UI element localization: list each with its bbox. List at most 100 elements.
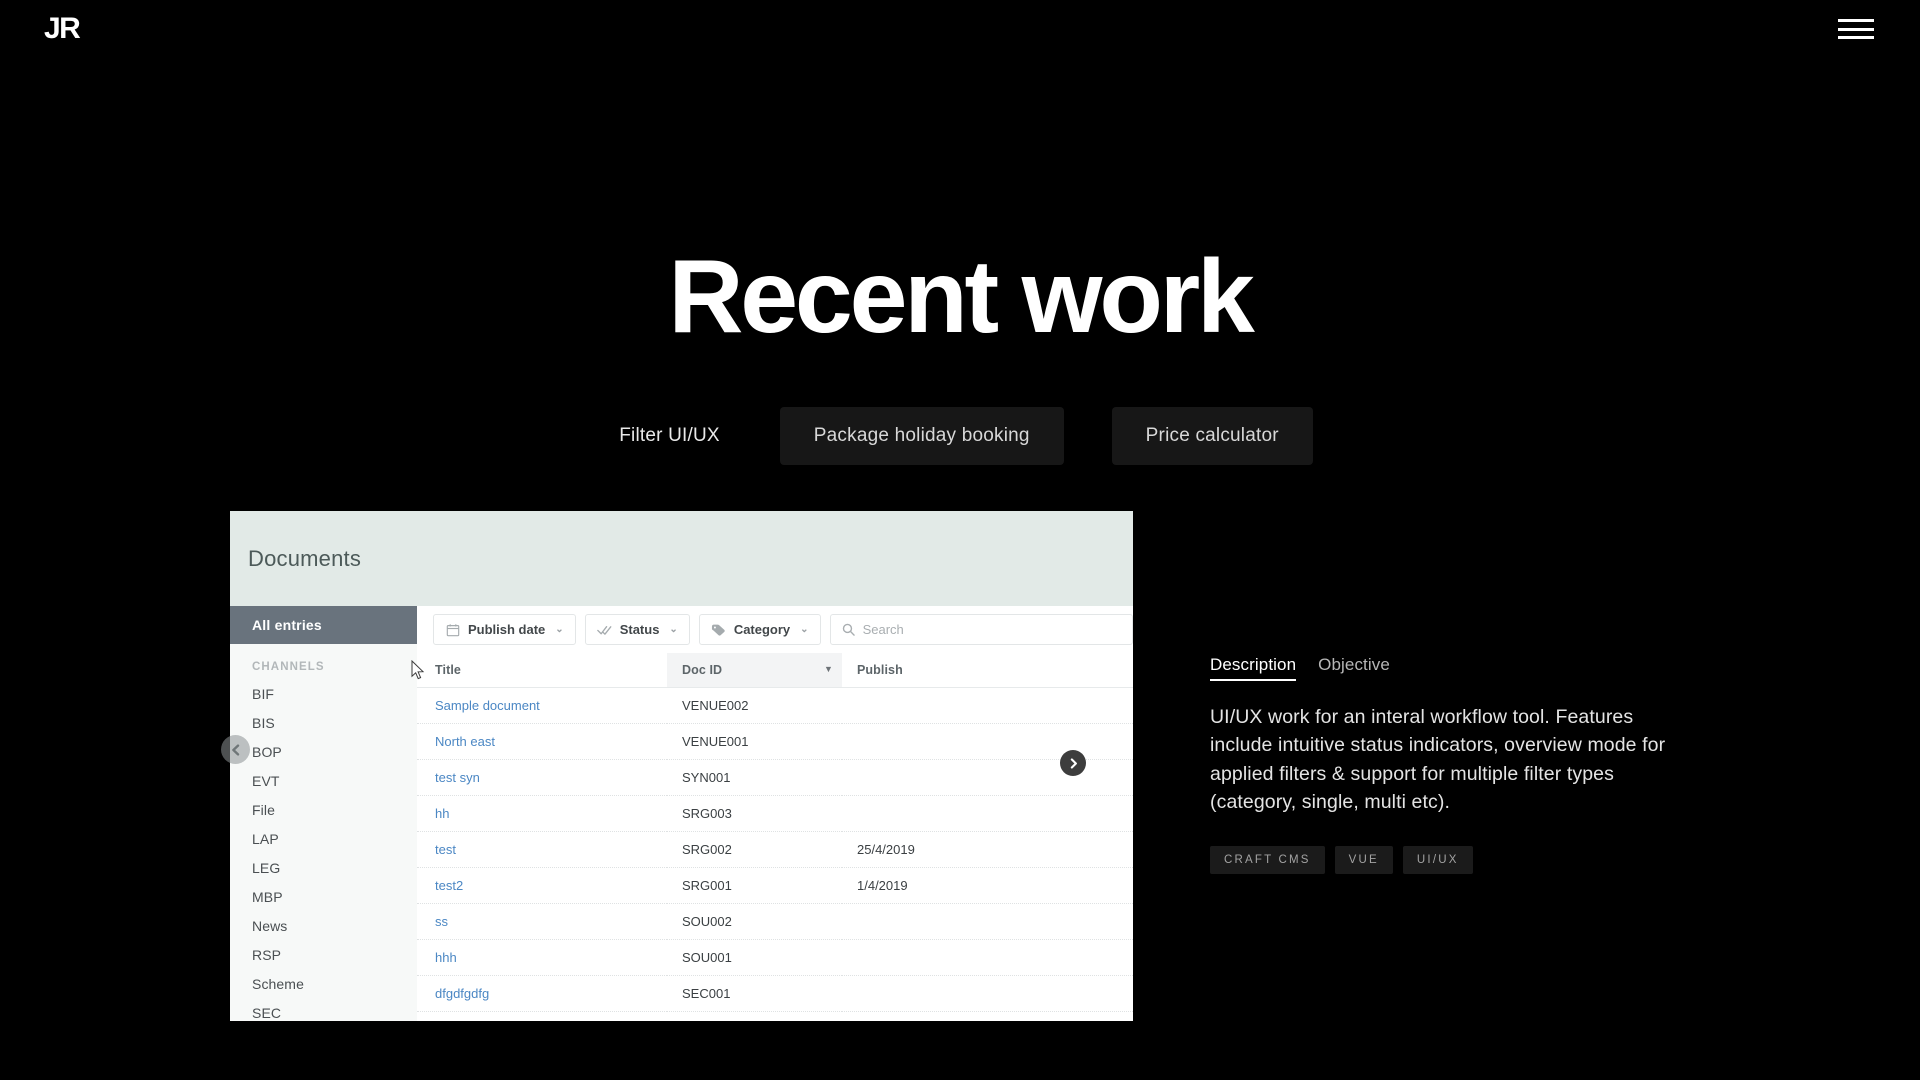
double-check-icon bbox=[596, 622, 612, 637]
table-header-row: Title Doc ID ▼ Publish bbox=[417, 653, 1133, 688]
documents-app-panel: Documents All entries CHANNELS BIF BIS B… bbox=[230, 511, 1133, 1021]
cell-publish-date bbox=[842, 687, 1133, 724]
cell-title: Sample document bbox=[417, 687, 667, 724]
info-tabs: Description Objective bbox=[1210, 655, 1710, 681]
sidebar-item-bif[interactable]: BIF bbox=[230, 679, 417, 708]
document-link[interactable]: dfgdfgdfg bbox=[435, 986, 489, 1001]
sidebar-item-file[interactable]: File bbox=[230, 795, 417, 824]
cell-title: test syn bbox=[417, 759, 667, 796]
sidebar-item-scheme[interactable]: Scheme bbox=[230, 969, 417, 998]
filter-label: Filter UI/UX bbox=[619, 425, 720, 446]
cell-title: hhh bbox=[417, 939, 667, 976]
category-filter-label: Category bbox=[733, 622, 791, 637]
chevron-down-icon: ⌄ bbox=[669, 624, 678, 635]
tab-description[interactable]: Description bbox=[1210, 655, 1297, 681]
tag-icon bbox=[711, 622, 726, 637]
sort-descending-icon[interactable]: ▼ bbox=[824, 664, 833, 674]
sidebar-item-lap[interactable]: LAP bbox=[230, 824, 417, 853]
tag-ui-ux: UI/UX bbox=[1402, 846, 1473, 875]
table-row: test SRG002 25/4/2019 bbox=[417, 831, 1133, 868]
cell-title: hh bbox=[417, 795, 667, 832]
category-filter[interactable]: Category ⌄ bbox=[698, 614, 821, 645]
search-icon bbox=[841, 622, 856, 637]
column-header-doc-id[interactable]: Doc ID ▼ bbox=[667, 653, 842, 688]
hamburger-menu-icon[interactable] bbox=[1838, 16, 1874, 42]
top-bar: JR bbox=[0, 0, 1920, 66]
cell-title: North east bbox=[417, 723, 667, 760]
sidebar-item-bis[interactable]: BIS bbox=[230, 708, 417, 737]
sidebar-item-rsp[interactable]: RSP bbox=[230, 940, 417, 969]
document-link[interactable]: test syn bbox=[435, 770, 480, 785]
documents-table: Title Doc ID ▼ Publish Sample document VE… bbox=[417, 653, 1133, 1012]
site-logo[interactable]: JR bbox=[44, 14, 81, 44]
search-box[interactable] bbox=[829, 614, 1133, 645]
filter-button-package-holiday-booking[interactable]: Package holiday booking bbox=[779, 407, 1064, 465]
app-body: All entries CHANNELS BIF BIS BOP EVT Fil… bbox=[230, 606, 1133, 1021]
hamburger-line bbox=[1838, 19, 1874, 22]
cell-doc-id: SRG002 bbox=[667, 831, 842, 868]
document-link[interactable]: Sample document bbox=[435, 698, 540, 713]
publish-date-filter[interactable]: Publish date ⌄ bbox=[433, 614, 576, 645]
cell-title: ss bbox=[417, 903, 667, 940]
table-row: hhh SOU001 bbox=[417, 939, 1133, 976]
document-link[interactable]: hh bbox=[435, 806, 449, 821]
tag-craft-cms: CRAFT CMS bbox=[1210, 846, 1325, 875]
cell-doc-id: SYN001 bbox=[667, 759, 842, 796]
mouse-cursor bbox=[411, 659, 426, 686]
column-header-doc-id-label: Doc ID bbox=[682, 663, 723, 677]
document-link[interactable]: hhh bbox=[435, 950, 457, 965]
status-filter-label: Status bbox=[619, 622, 660, 637]
tag-vue: VUE bbox=[1334, 846, 1393, 875]
hamburger-line bbox=[1838, 27, 1874, 31]
carousel-next-button[interactable] bbox=[1060, 750, 1086, 776]
cell-doc-id: SRG001 bbox=[667, 867, 842, 904]
calendar-icon bbox=[445, 622, 460, 637]
table-row: North east VENUE001 bbox=[417, 723, 1133, 760]
search-input[interactable] bbox=[862, 622, 1122, 637]
cell-doc-id: SEC001 bbox=[667, 975, 842, 1012]
cell-doc-id: VENUE002 bbox=[667, 687, 842, 724]
cell-publish-date bbox=[842, 939, 1133, 976]
cell-publish-date bbox=[842, 723, 1133, 760]
sidebar-item-leg[interactable]: LEG bbox=[230, 853, 417, 882]
status-filter[interactable]: Status ⌄ bbox=[584, 614, 690, 645]
cell-publish-date bbox=[842, 759, 1133, 796]
document-link[interactable]: North east bbox=[435, 734, 495, 749]
sidebar-item-bop[interactable]: BOP bbox=[230, 737, 417, 766]
table-row: Sample document VENUE002 bbox=[417, 687, 1133, 724]
cell-doc-id: SOU001 bbox=[667, 939, 842, 976]
sidebar-item-mbp[interactable]: MBP bbox=[230, 882, 417, 911]
project-description: UI/UX work for an interal workflow tool.… bbox=[1210, 706, 1666, 813]
carousel-previous-button[interactable] bbox=[221, 735, 250, 764]
cell-publish-date bbox=[842, 903, 1133, 940]
document-link[interactable]: test2 bbox=[435, 878, 463, 893]
chevron-right-icon bbox=[1070, 757, 1077, 769]
cell-publish-date bbox=[842, 795, 1133, 832]
document-link[interactable]: ss bbox=[435, 914, 448, 929]
hamburger-line bbox=[1838, 36, 1874, 39]
table-head: Title Doc ID ▼ Publish bbox=[417, 653, 1133, 688]
cell-publish-date bbox=[842, 975, 1133, 1012]
sidebar-item-sec[interactable]: SEC bbox=[230, 998, 417, 1021]
document-link[interactable]: test bbox=[435, 842, 456, 857]
app-header: Documents bbox=[230, 511, 1133, 606]
cell-publish-date: 25/4/2019 bbox=[842, 831, 1133, 868]
filter-toolbar: Publish date ⌄ Status ⌄ Category ⌄ Searc… bbox=[417, 606, 1133, 653]
table-row: hh SRG003 bbox=[417, 795, 1133, 832]
cell-doc-id: SRG003 bbox=[667, 795, 842, 832]
sidebar-item-news[interactable]: News bbox=[230, 911, 417, 940]
publish-date-filter-label: Publish date bbox=[468, 622, 546, 637]
chevron-left-icon bbox=[231, 743, 239, 756]
sidebar-item-all-entries[interactable]: All entries bbox=[230, 606, 417, 644]
column-header-title[interactable]: Title bbox=[417, 653, 667, 688]
project-info-panel: Description Objective UI/UX work for an … bbox=[1210, 655, 1710, 875]
cell-doc-id: VENUE001 bbox=[667, 723, 842, 760]
column-header-publish[interactable]: Publish bbox=[842, 653, 1133, 688]
filter-button-price-calculator[interactable]: Price calculator bbox=[1111, 407, 1313, 465]
cell-title: test bbox=[417, 831, 667, 868]
table-row: dfgdfgdfg SEC001 bbox=[417, 975, 1133, 1012]
sidebar-item-evt[interactable]: EVT bbox=[230, 766, 417, 795]
sidebar-section-label: CHANNELS bbox=[252, 661, 325, 673]
sidebar: All entries CHANNELS BIF BIS BOP EVT Fil… bbox=[230, 606, 417, 1021]
tab-objective[interactable]: Objective bbox=[1318, 655, 1390, 681]
